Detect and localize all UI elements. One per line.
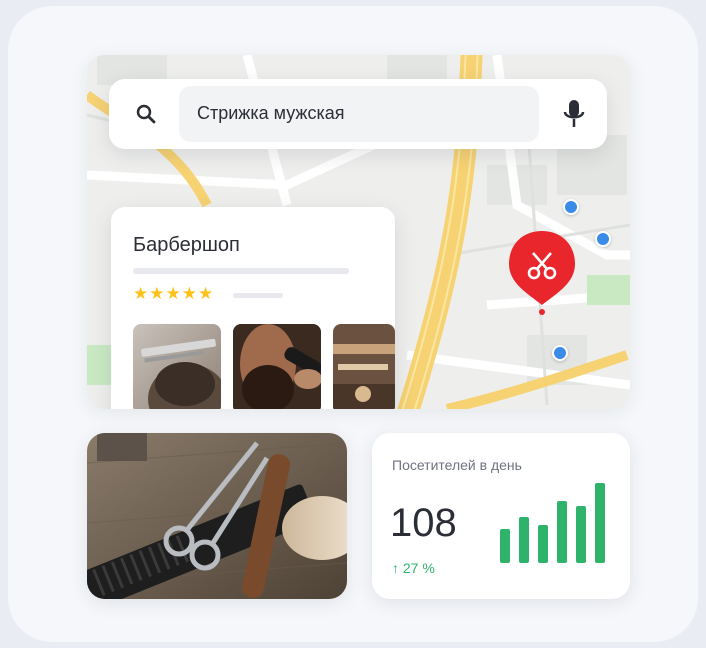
search-bar[interactable]: Стрижка мужская [109,79,607,149]
barber-tools-photo[interactable] [333,324,395,409]
barber-tools-image [87,433,347,599]
haircut-photo[interactable] [133,324,221,409]
visitors-bar [576,506,586,563]
placeholder-line [233,293,283,298]
business-card[interactable]: Барбершоп ★★★★★ [111,207,395,409]
visitors-stats-card: Посетителей в день 108 ↑ 27 % [372,433,630,599]
visitors-bar [538,525,548,563]
placeholder-line [133,268,349,274]
rating-stars: ★★★★★ [133,284,215,303]
search-query-text: Стрижка мужская [197,103,345,123]
visitors-trend: ↑ 27 % [392,560,435,576]
visitors-value: 108 [390,501,457,545]
visitors-bar [557,501,567,563]
beard-trim-photo[interactable] [233,324,321,409]
map-poi-dot[interactable] [563,199,579,215]
search-input[interactable]: Стрижка мужская [179,86,539,142]
map-poi-dot[interactable] [552,345,568,361]
business-name: Барбершоп [133,234,240,256]
visitors-bar [500,529,510,563]
visitors-bar [595,483,605,563]
visitors-label: Посетителей в день [392,457,522,473]
map-poi-dot[interactable] [595,231,611,247]
visitors-bar [519,517,529,563]
map-view[interactable]: Стрижка мужская Барбершоп ★★★★★ [87,55,630,409]
search-icon[interactable] [135,103,157,125]
map-pin[interactable] [507,231,577,326]
visitors-bar-chart [500,483,605,563]
microphone-icon[interactable] [561,99,587,129]
